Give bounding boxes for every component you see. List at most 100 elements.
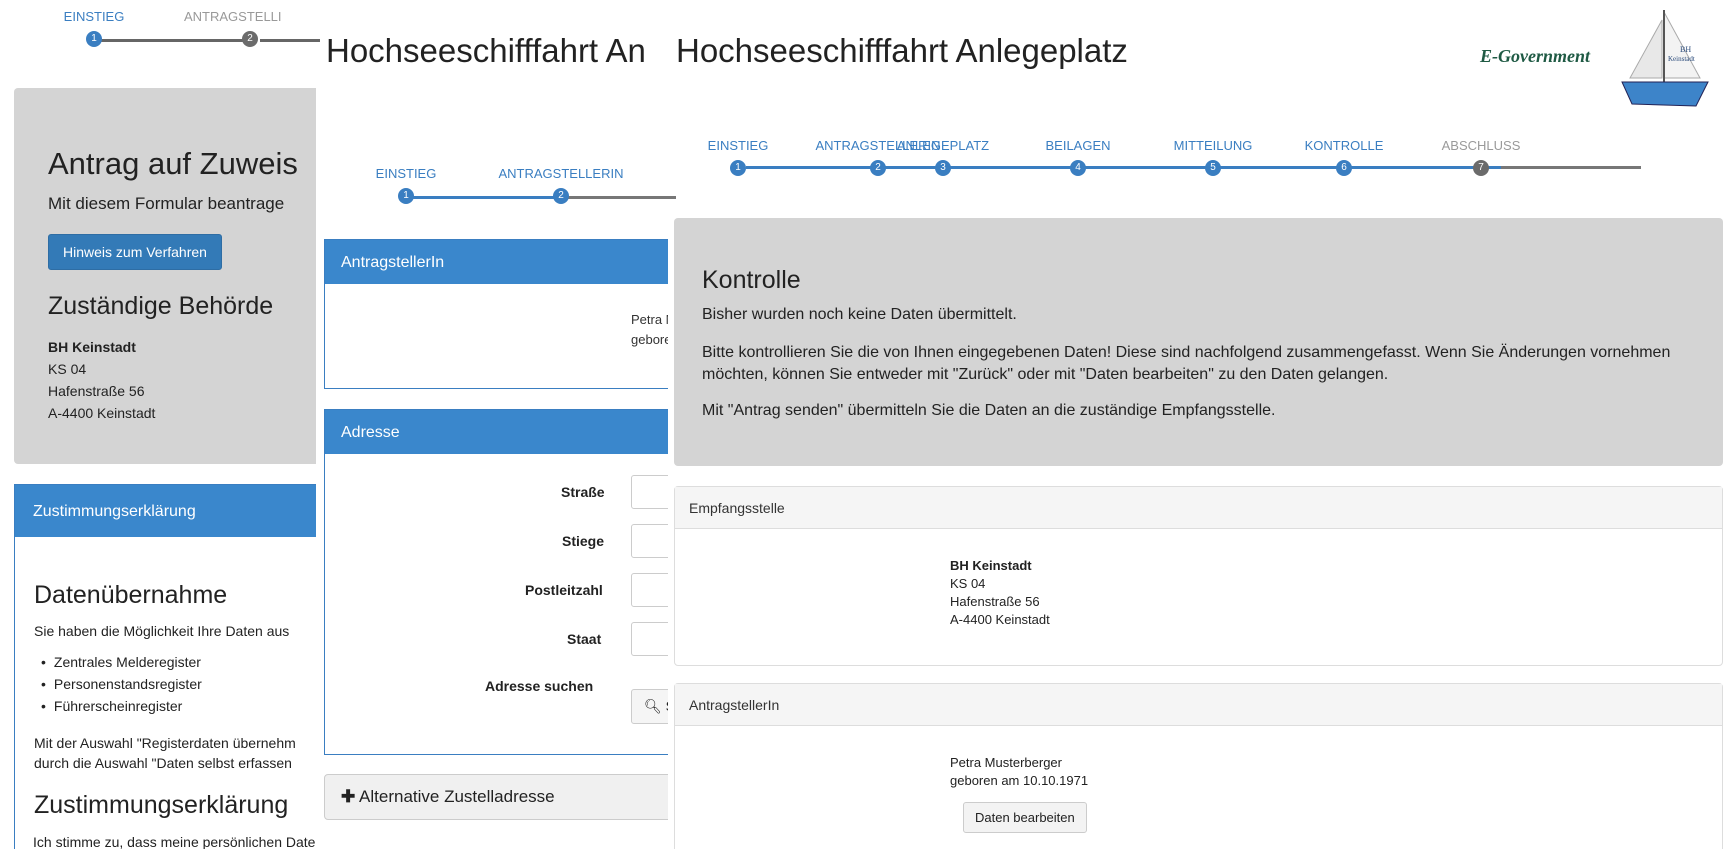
e-government-logo: E-Government [1480,46,1590,66]
address-panel: Adresse Straße Stiege Postleitzahl Staat… [324,409,676,755]
authority-line: KS 04 [48,361,87,377]
list-item: Führerscheinregister [54,695,202,717]
window-title: Hochseeschifffahrt An [326,32,646,69]
text-line: Mit der Auswahl "Registerdaten übernehm [34,735,296,751]
step-number: 7 [1473,160,1489,176]
recipient-address: BH Keinstadt KS 04 Hafenstraße 56 A-4400… [675,529,1722,629]
country-label: Staat [567,631,602,647]
address-panel-title: Adresse [325,410,676,454]
step-label: ANTRAGSTELLI [184,9,282,24]
step-einstieg[interactable]: EINSTIEG 1 [698,138,778,176]
control-submit-text: Mit "Antrag senden" übermitteln Sie die … [702,402,1276,419]
step-connector [260,39,320,42]
step-number: 2 [242,31,258,47]
step-number: 1 [86,31,102,47]
consent-text: Ich stimme zu, dass meine persönlichen D… [33,834,320,849]
authority-address: BH Keinstadt KS 04 Hafenstraße 56 A-4400… [48,336,155,424]
step-number: 6 [1336,160,1352,176]
authority-line: Hafenstraße 56 [48,383,145,399]
applicant-panel: AntragstellerIn Petra Musterberger gebor… [674,683,1723,849]
step-number: 5 [1205,160,1221,176]
step-label: EINSTIEG [63,9,125,24]
consent-heading: Zustimmungserklärung [34,791,289,819]
step-connector [101,39,251,42]
stair-label: Stiege [562,533,605,549]
step-beilagen[interactable]: BEILAGEN 4 [1033,138,1123,176]
recipient-line: Hafenstraße 56 [950,594,1040,609]
step-label: MITTEILUNG [1173,138,1253,153]
applicant-summary: Petra Musterberger geboren am 10.10.1971 [675,726,1722,790]
background-window-start: EINSTIEG 1 ANTRAGSTELLI 2 Antrag auf Zuw… [0,0,320,849]
applicant-panel-title: AntragstellerIn [325,240,676,284]
recipient-panel-title: Empfangsstelle [675,487,1722,529]
step-connector [1501,166,1641,169]
data-selection-text: Mit der Auswahl "Registerdaten übernehm … [34,733,296,773]
boat-label: Keinstadt [1668,55,1695,63]
edit-data-button[interactable]: Daten bearbeiten [963,802,1087,833]
authority-name: BH Keinstadt [48,339,136,355]
procedure-info-button[interactable]: Hinweis zum Verfahren [48,234,222,270]
step-number: 1 [730,160,746,176]
step-label: ANTRAGSTELLERIN [498,166,624,181]
step-connector [746,166,1501,169]
step-number: 1 [398,188,414,204]
step-number: 2 [870,160,886,176]
control-jumbotron: Kontrolle Bisher wurden noch keine Daten… [674,218,1723,466]
progress-stepper: EINSTIEG 1 ANTRAGSTELLERIN 2 [316,150,676,210]
progress-stepper: EINSTIEG 1 ANTRAGSTELLI 2 [0,0,320,60]
recipient-name: BH Keinstadt [950,558,1032,573]
authority-heading: Zuständige Behörde [48,292,274,320]
data-transfer-heading: Datenübernahme [34,581,228,609]
text-line: durch die Auswahl "Daten selbst erfassen [34,755,292,771]
authority-line: A-4400 Keinstadt [48,405,156,421]
list-item: Zentrales Melderegister [54,651,202,673]
sailboat-logo-icon: BH Keinstadt [1621,10,1709,107]
applicant-name: Petra Musterberger [950,755,1062,770]
register-list: Zentrales Melderegister Personenstandsre… [54,651,202,717]
step-label: ANLEGEPLATZ [896,138,990,153]
intro-text: Mit diesem Formular beantrage [48,194,285,213]
boat-label: BH [1680,45,1691,54]
plus-icon: ✚ [341,787,356,806]
step-mitteilung[interactable]: MITTEILUNG 5 [1163,138,1263,176]
applicant-birth: geboren am 10.10.1971 [950,773,1089,788]
step-kontrolle[interactable]: KONTROLLE 6 [1294,138,1394,176]
step-label: KONTROLLE [1304,138,1384,153]
search-icon: 🔍︎ [644,698,662,714]
consent-panel-title: Zustimmungserklärung [15,485,320,537]
step-label: BEILAGEN [1045,138,1111,153]
step-anlegeplatz[interactable]: ANLEGEPLATZ 3 [888,138,998,176]
control-status-text: Bisher wurden noch keine Daten übermitte… [702,306,1017,323]
recipient-line: KS 04 [950,576,986,591]
window-title: Hochseeschifffahrt Anlegeplatz [676,32,1128,69]
consent-panel: Zustimmungserklärung Datenübernahme Sie … [14,484,320,849]
foreground-window-control: Hochseeschifffahrt Anlegeplatz E-Governm… [668,0,1723,849]
step-label: EINSTIEG [707,138,769,153]
applicant-panel: AntragstellerIn Petra M gebore [324,239,676,389]
step-abschluss: ABSCHLUSS 7 [1431,138,1531,176]
data-transfer-text: Sie haben die Möglichkeit Ihre Daten aus [34,623,290,639]
progress-stepper: EINSTIEG 1 ANTRAGSTELLERIN 2 ANLEGEPLATZ… [668,138,1723,198]
control-heading: Kontrolle [702,266,801,294]
postal-code-label: Postleitzahl [525,582,603,598]
page-heading: Antrag auf Zuweis [48,146,298,181]
recipient-panel: Empfangsstelle BH Keinstadt KS 04 Hafens… [674,486,1723,666]
step-number: 4 [1070,160,1086,176]
applicant-birth: gebore [631,332,672,347]
alternative-address-label: Alternative Zustelladresse [359,787,555,806]
step-label: ABSCHLUSS [1441,138,1521,153]
step-number: 3 [935,160,951,176]
intro-jumbotron: Antrag auf Zuweis Mit diesem Formular be… [14,88,320,464]
alternative-address-button[interactable]: ✚ Alternative Zustelladresse [324,774,676,820]
step-connector [564,196,676,199]
address-search-label: Adresse suchen [485,678,594,694]
step-connector [406,196,556,199]
applicant-panel-title: AntragstellerIn [675,684,1722,726]
step-number: 2 [553,188,569,204]
background-window-applicant: Hochseeschifffahrt An EINSTIEG 1 ANTRAGS… [316,0,676,849]
control-instruction-text: Bitte kontrollieren Sie die von Ihnen ei… [702,344,1671,383]
street-label: Straße [561,484,605,500]
list-item: Personenstandsregister [54,673,202,695]
step-label: EINSTIEG [375,166,437,181]
recipient-line: A-4400 Keinstadt [950,612,1050,627]
